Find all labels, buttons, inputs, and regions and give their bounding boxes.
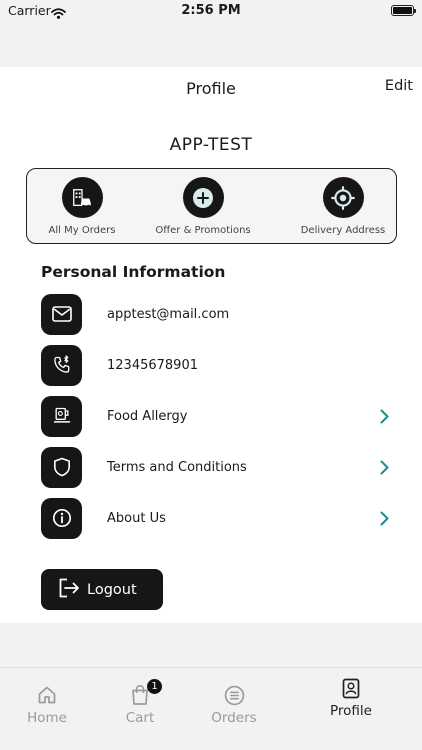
logout-label: Logout [87,581,137,598]
all-my-orders-button[interactable]: All My Orders [22,177,142,236]
plus-circle-icon [182,177,224,218]
home-icon [12,684,82,706]
email-row: apptest@mail.com [41,293,396,335]
tab-home[interactable]: Home [12,684,82,726]
tab-profile[interactable]: Profile [316,677,386,719]
status-bar: Carrier 2:56 PM [0,0,422,22]
tab-bar: Home 1 Cart Orders Profile [0,667,422,750]
tab-label: Cart [125,710,155,726]
delivery-address-button[interactable]: Delivery Address [283,177,403,236]
edit-button[interactable]: Edit [385,78,413,94]
quick-action-label: Delivery Address [300,225,386,236]
phone-value: 12345678901 [107,357,198,373]
tab-label: Home [27,710,67,726]
terms-row[interactable]: Terms and Conditions [41,446,396,488]
quick-actions-box: All My Orders Offer & Promotions Deliver… [26,168,397,244]
food-icon [41,395,82,437]
section-title: Personal Information [41,263,226,281]
shield-icon [41,446,82,488]
profile-icon [316,677,386,699]
about-us-label: About Us [107,510,166,526]
terms-label: Terms and Conditions [107,459,247,475]
offer-promotions-button[interactable]: Offer & Promotions [143,177,263,236]
logout-button[interactable]: Logout [41,569,163,610]
quick-action-label: All My Orders [48,225,116,236]
info-icon [41,497,82,539]
orders-list-icon [199,684,269,706]
cart-icon: 1 [105,679,175,706]
about-us-row[interactable]: About Us [41,497,396,539]
profile-content: Profile Edit APP-TEST All My Orders Offe… [0,67,422,623]
quick-action-label: Offer & Promotions [155,225,251,236]
food-allergy-row[interactable]: Food Allergy [41,395,396,437]
food-allergy-label: Food Allergy [107,408,188,424]
email-value: apptest@mail.com [107,306,230,322]
location-target-icon [322,177,364,218]
phone-row: 12345678901 [41,344,396,386]
tab-label: Orders [211,710,257,726]
app-name: APP-TEST [169,135,253,155]
chevron-right-icon [377,460,391,475]
chevron-right-icon [377,409,391,424]
chevron-right-icon [377,511,391,526]
logout-icon [58,578,80,602]
tab-orders[interactable]: Orders [199,684,269,726]
battery-icon [391,5,416,16]
mail-icon [41,293,82,335]
orders-icon [61,177,103,218]
clock: 2:56 PM [181,3,241,18]
tab-label: Profile [330,703,372,719]
phone-icon [41,344,82,386]
cart-badge: 1 [147,679,162,694]
tab-cart[interactable]: 1 Cart [105,679,175,726]
page-title: Profile [186,79,236,98]
